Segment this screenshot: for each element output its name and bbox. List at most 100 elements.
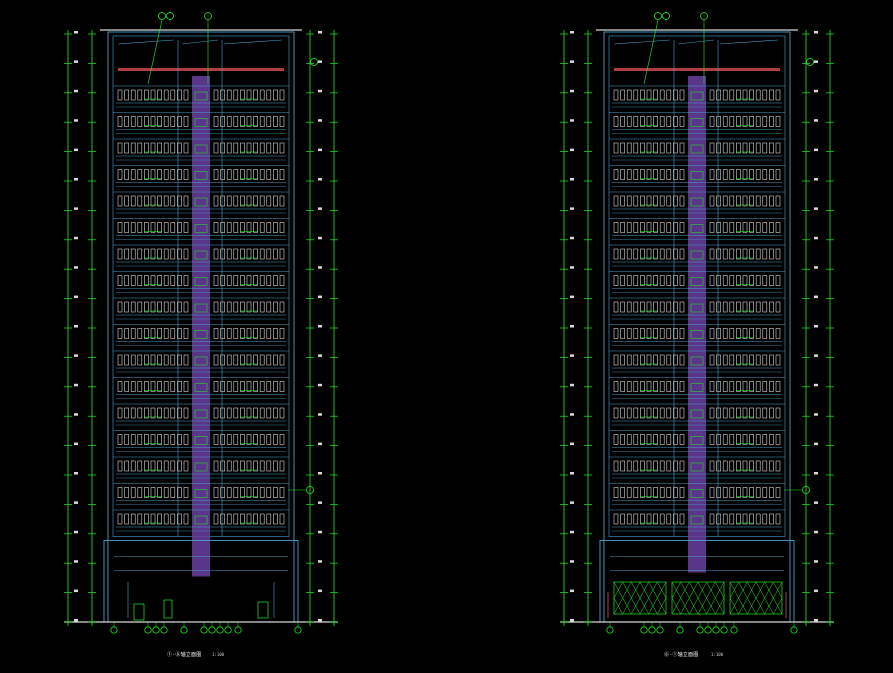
- window: [679, 248, 685, 260]
- level-label: [570, 413, 574, 416]
- window: [137, 381, 143, 392]
- window: [722, 142, 728, 154]
- window: [124, 381, 129, 392]
- window: [213, 248, 219, 260]
- window: [279, 354, 285, 366]
- window: [659, 407, 665, 419]
- window: [226, 487, 232, 498]
- window: [646, 328, 652, 339]
- window: [220, 169, 225, 180]
- axis-bubble: [224, 626, 232, 634]
- window: [736, 275, 741, 286]
- window: [226, 513, 232, 525]
- window: [130, 195, 136, 207]
- window: [775, 222, 781, 233]
- window: [742, 328, 748, 339]
- window: [775, 248, 781, 260]
- window: [749, 195, 754, 207]
- window: [137, 116, 143, 127]
- window: [259, 116, 265, 127]
- window: [659, 195, 665, 207]
- window: [170, 487, 176, 498]
- window: [722, 275, 728, 286]
- level-label: [74, 442, 78, 446]
- window: [742, 407, 748, 419]
- window: [144, 89, 149, 101]
- window: [246, 407, 252, 419]
- window: [769, 328, 774, 339]
- window: [626, 328, 632, 339]
- window: [729, 195, 735, 207]
- level-label: [74, 31, 78, 34]
- window: [762, 116, 768, 127]
- window: [163, 248, 169, 260]
- window: [144, 328, 149, 339]
- window: [273, 460, 278, 472]
- window: [220, 248, 225, 260]
- elevation-left-scale: 1:100: [212, 652, 225, 657]
- window: [640, 328, 645, 339]
- window: [266, 407, 272, 419]
- window: [226, 195, 232, 207]
- window: [259, 222, 265, 233]
- window: [640, 460, 645, 472]
- window: [762, 301, 768, 313]
- window: [163, 116, 169, 127]
- window: [769, 381, 774, 392]
- window: [259, 169, 265, 180]
- window: [749, 460, 754, 472]
- window: [253, 222, 258, 233]
- window: [769, 275, 774, 286]
- level-label: [570, 472, 574, 475]
- window: [659, 301, 665, 313]
- window: [755, 301, 761, 313]
- window: [749, 275, 754, 286]
- window: [183, 460, 189, 472]
- window: [626, 487, 632, 498]
- window: [240, 116, 245, 127]
- window: [130, 248, 136, 260]
- window: [220, 487, 225, 498]
- window: [240, 248, 245, 260]
- window: [613, 354, 619, 366]
- window: [620, 407, 625, 419]
- level-label: [570, 31, 574, 34]
- level-label: [318, 31, 322, 34]
- window: [183, 169, 189, 180]
- window: [279, 169, 285, 180]
- level-label: [318, 60, 322, 63]
- window: [653, 354, 658, 366]
- window: [749, 116, 754, 127]
- window: [137, 169, 143, 180]
- window: [150, 116, 156, 127]
- window: [279, 434, 285, 445]
- level-label: [570, 560, 574, 563]
- window: [157, 301, 162, 313]
- window: [233, 169, 239, 180]
- level-label: [74, 178, 78, 181]
- window: [633, 248, 639, 260]
- window: [633, 328, 639, 339]
- window: [130, 328, 136, 339]
- window: [144, 222, 149, 233]
- level-label: [570, 325, 574, 328]
- window: [626, 195, 632, 207]
- window: [259, 354, 265, 366]
- window: [220, 513, 225, 525]
- window: [130, 407, 136, 419]
- window: [226, 169, 232, 180]
- window: [749, 142, 754, 154]
- window: [273, 142, 278, 154]
- window: [253, 513, 258, 525]
- window: [240, 195, 245, 207]
- window: [259, 460, 265, 472]
- window: [729, 89, 735, 101]
- window: [130, 434, 136, 445]
- window: [742, 487, 748, 498]
- window: [279, 301, 285, 313]
- window: [613, 195, 619, 207]
- window: [220, 381, 225, 392]
- window: [233, 354, 239, 366]
- window: [144, 301, 149, 313]
- level-label: [570, 619, 574, 622]
